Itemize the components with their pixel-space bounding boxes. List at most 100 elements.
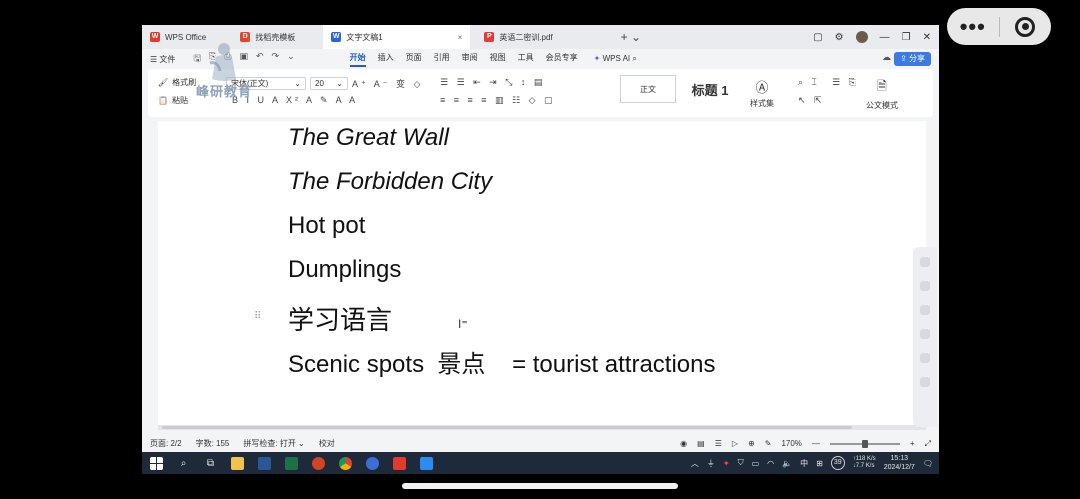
tray-expand-icon[interactable]: ︿ [691, 458, 699, 469]
panel-tool-icon[interactable] [920, 329, 930, 339]
powerpoint-app-icon[interactable] [312, 456, 325, 470]
menu-references[interactable]: 引用 [434, 52, 450, 67]
play-icon[interactable]: ▷ [732, 439, 738, 448]
system-clock[interactable]: 15:13 2024/12/7 [884, 454, 915, 472]
browser-icon[interactable] [366, 456, 379, 470]
zoom-slider[interactable] [829, 439, 900, 448]
menu-insert[interactable]: 插入 [378, 52, 394, 67]
windows-start-icon[interactable] [150, 456, 163, 470]
notification-badge[interactable]: 39 [830, 456, 845, 470]
customize-icon[interactable]: ⌄ [287, 51, 295, 67]
task-view-icon[interactable]: ⧉ [204, 457, 217, 470]
font-size-tools[interactable]: A⁺ A⁻ 变 ◇ [352, 77, 423, 90]
menu-member[interactable]: 会员专享 [546, 52, 578, 67]
web-view-icon[interactable]: ⊕ [748, 439, 755, 448]
tile-window-icon[interactable]: ▢ [813, 32, 822, 43]
scrollbar-thumb[interactable] [162, 426, 852, 429]
watermark-figure-icon [209, 43, 236, 81]
panel-tool-icon[interactable] [920, 257, 930, 267]
close-tab-icon[interactable]: × [458, 33, 463, 42]
paragraph-tools-top[interactable]: ☰ ☰ ⇤ ⇥ ⤡ ↕ ▤ [440, 77, 545, 88]
doc-line-1[interactable]: The Great Wall [288, 124, 449, 152]
menu-page[interactable]: 页面 [406, 52, 422, 67]
search-icon[interactable]: ⌕ [177, 457, 190, 470]
panel-tool-icon[interactable] [920, 305, 930, 315]
cloud-sync-icon[interactable]: ☁ [882, 52, 891, 63]
meeting-app-icon[interactable] [420, 456, 433, 470]
panel-tool-icon[interactable] [920, 353, 930, 363]
tray-app-icon[interactable]: ✦ [723, 459, 730, 468]
chrome-icon[interactable] [339, 456, 352, 470]
panel-tool-icon[interactable] [920, 377, 930, 387]
zoom-out-icon[interactable]: — [812, 439, 820, 448]
redo-icon[interactable]: ↷ [272, 51, 280, 67]
fullscreen-icon[interactable]: ⤢ [925, 439, 931, 449]
eye-icon[interactable]: ◉ [680, 439, 687, 448]
display-icon[interactable]: ▭ [752, 459, 760, 468]
select-tools[interactable]: ↖ ⇱ [798, 95, 825, 106]
undo-icon[interactable]: ↶ [256, 51, 264, 67]
ime-indicator[interactable]: 中 [800, 458, 808, 469]
avatar[interactable] [855, 31, 868, 43]
menu-home[interactable]: 开始 [349, 52, 366, 67]
horizontal-scrollbar[interactable] [158, 425, 926, 430]
notifications-icon[interactable]: 🗨 [923, 459, 933, 468]
excel-app-icon[interactable] [285, 456, 298, 470]
pen-icon[interactable]: ✎ [765, 439, 772, 448]
style-normal[interactable]: 正文 [620, 75, 676, 103]
panel-tool-icon[interactable] [920, 281, 930, 291]
wifi-icon[interactable]: ◠ [767, 459, 774, 468]
share-button[interactable]: ⇪ 分享 [894, 52, 931, 66]
search-icon[interactable]: ⌕ [632, 54, 636, 63]
home-indicator[interactable] [402, 483, 678, 489]
close-window-icon[interactable]: ✕ [923, 32, 931, 43]
settings-icon[interactable]: ⚙ [835, 32, 844, 43]
grid-icon[interactable]: ⊞ [816, 459, 823, 468]
font-size-select[interactable]: 20 ⌄ [310, 77, 348, 90]
more-options-icon[interactable]: ••• [947, 8, 999, 45]
arrange-tools[interactable]: ☰ ⎘ [832, 77, 859, 88]
tab-label: 找稻壳模板 [255, 32, 296, 42]
page-count[interactable]: 页面: 2/2 [150, 438, 182, 449]
doc-line-6[interactable]: Scenic spots 景点 = tourist attractions [288, 344, 716, 379]
menu-view[interactable]: 视图 [490, 52, 506, 67]
minimize-icon[interactable]: — [880, 32, 890, 43]
menu-review[interactable]: 审阅 [462, 52, 478, 67]
paragraph-tools-bottom[interactable]: ≡ ≡ ≡ ≡ ▥ ☷ ◇ ▢ [440, 95, 556, 106]
word-count[interactable]: 字数: 155 [196, 438, 230, 449]
document-page[interactable]: The Great Wall The Forbidden City Hot po… [158, 121, 926, 427]
paragraph-drag-handle-icon[interactable]: ⠿ [254, 311, 261, 322]
zoom-slider-handle[interactable] [861, 439, 868, 448]
doc-line-2[interactable]: The Forbidden City [288, 168, 492, 196]
word-app-icon[interactable] [258, 456, 271, 470]
outline-view-icon[interactable]: ☰ [715, 439, 722, 448]
page-view-icon[interactable]: ▤ [697, 439, 705, 448]
usb-icon[interactable]: ⏚ [707, 458, 715, 469]
file-menu[interactable]: ☰ 文件 [142, 54, 183, 65]
wps-ai-label: WPS AI [602, 54, 631, 63]
zoom-level[interactable]: 170% [781, 439, 801, 448]
wps-ai-button[interactable]: ✦ WPS AI ⌕ [594, 54, 637, 64]
menu-bar: ☰ 文件 🖫 ⎘ ⎙ ▣ ↶ ↷ ⌄ 开始 插入 页面 引用 审阅 视图 工具 … [142, 49, 939, 69]
tab-pdf[interactable]: P 英语二密训.pdf [476, 25, 560, 49]
official-doc-icon: 🗎 [877, 79, 887, 93]
doc-line-3[interactable]: Hot pot [288, 212, 365, 240]
doc-line-5[interactable]: 学习语言 [288, 300, 392, 337]
tab-writer-doc[interactable]: W 文字文稿1 × [323, 25, 471, 49]
doc-line-4[interactable]: Dumplings [288, 256, 401, 284]
restore-icon[interactable]: ❐ [902, 32, 911, 43]
new-tab-button[interactable]: + ⌄ [621, 30, 641, 44]
volume-icon[interactable]: 🔈 [782, 459, 792, 468]
spellcheck-toggle[interactable]: 拼写检查: 打开 ⌄ [243, 438, 304, 449]
zoom-in-icon[interactable]: + [910, 439, 915, 448]
style-heading-1[interactable]: 标题 1 [678, 75, 742, 103]
menu-tools[interactable]: 工具 [518, 52, 534, 67]
wps-taskbar-icon[interactable] [393, 456, 406, 470]
find-tools[interactable]: ⌕ ⌶ [798, 77, 820, 88]
official-mode-button[interactable]: 🗎 公文模式 [866, 77, 898, 111]
proofread-button[interactable]: 校对 [319, 438, 335, 449]
close-miniprogram-button[interactable] [999, 16, 1051, 37]
style-set-button[interactable]: Ⓐ 样式集 [750, 77, 774, 109]
file-explorer-icon[interactable] [231, 456, 244, 470]
shield-icon[interactable]: ⛉ [738, 458, 744, 468]
